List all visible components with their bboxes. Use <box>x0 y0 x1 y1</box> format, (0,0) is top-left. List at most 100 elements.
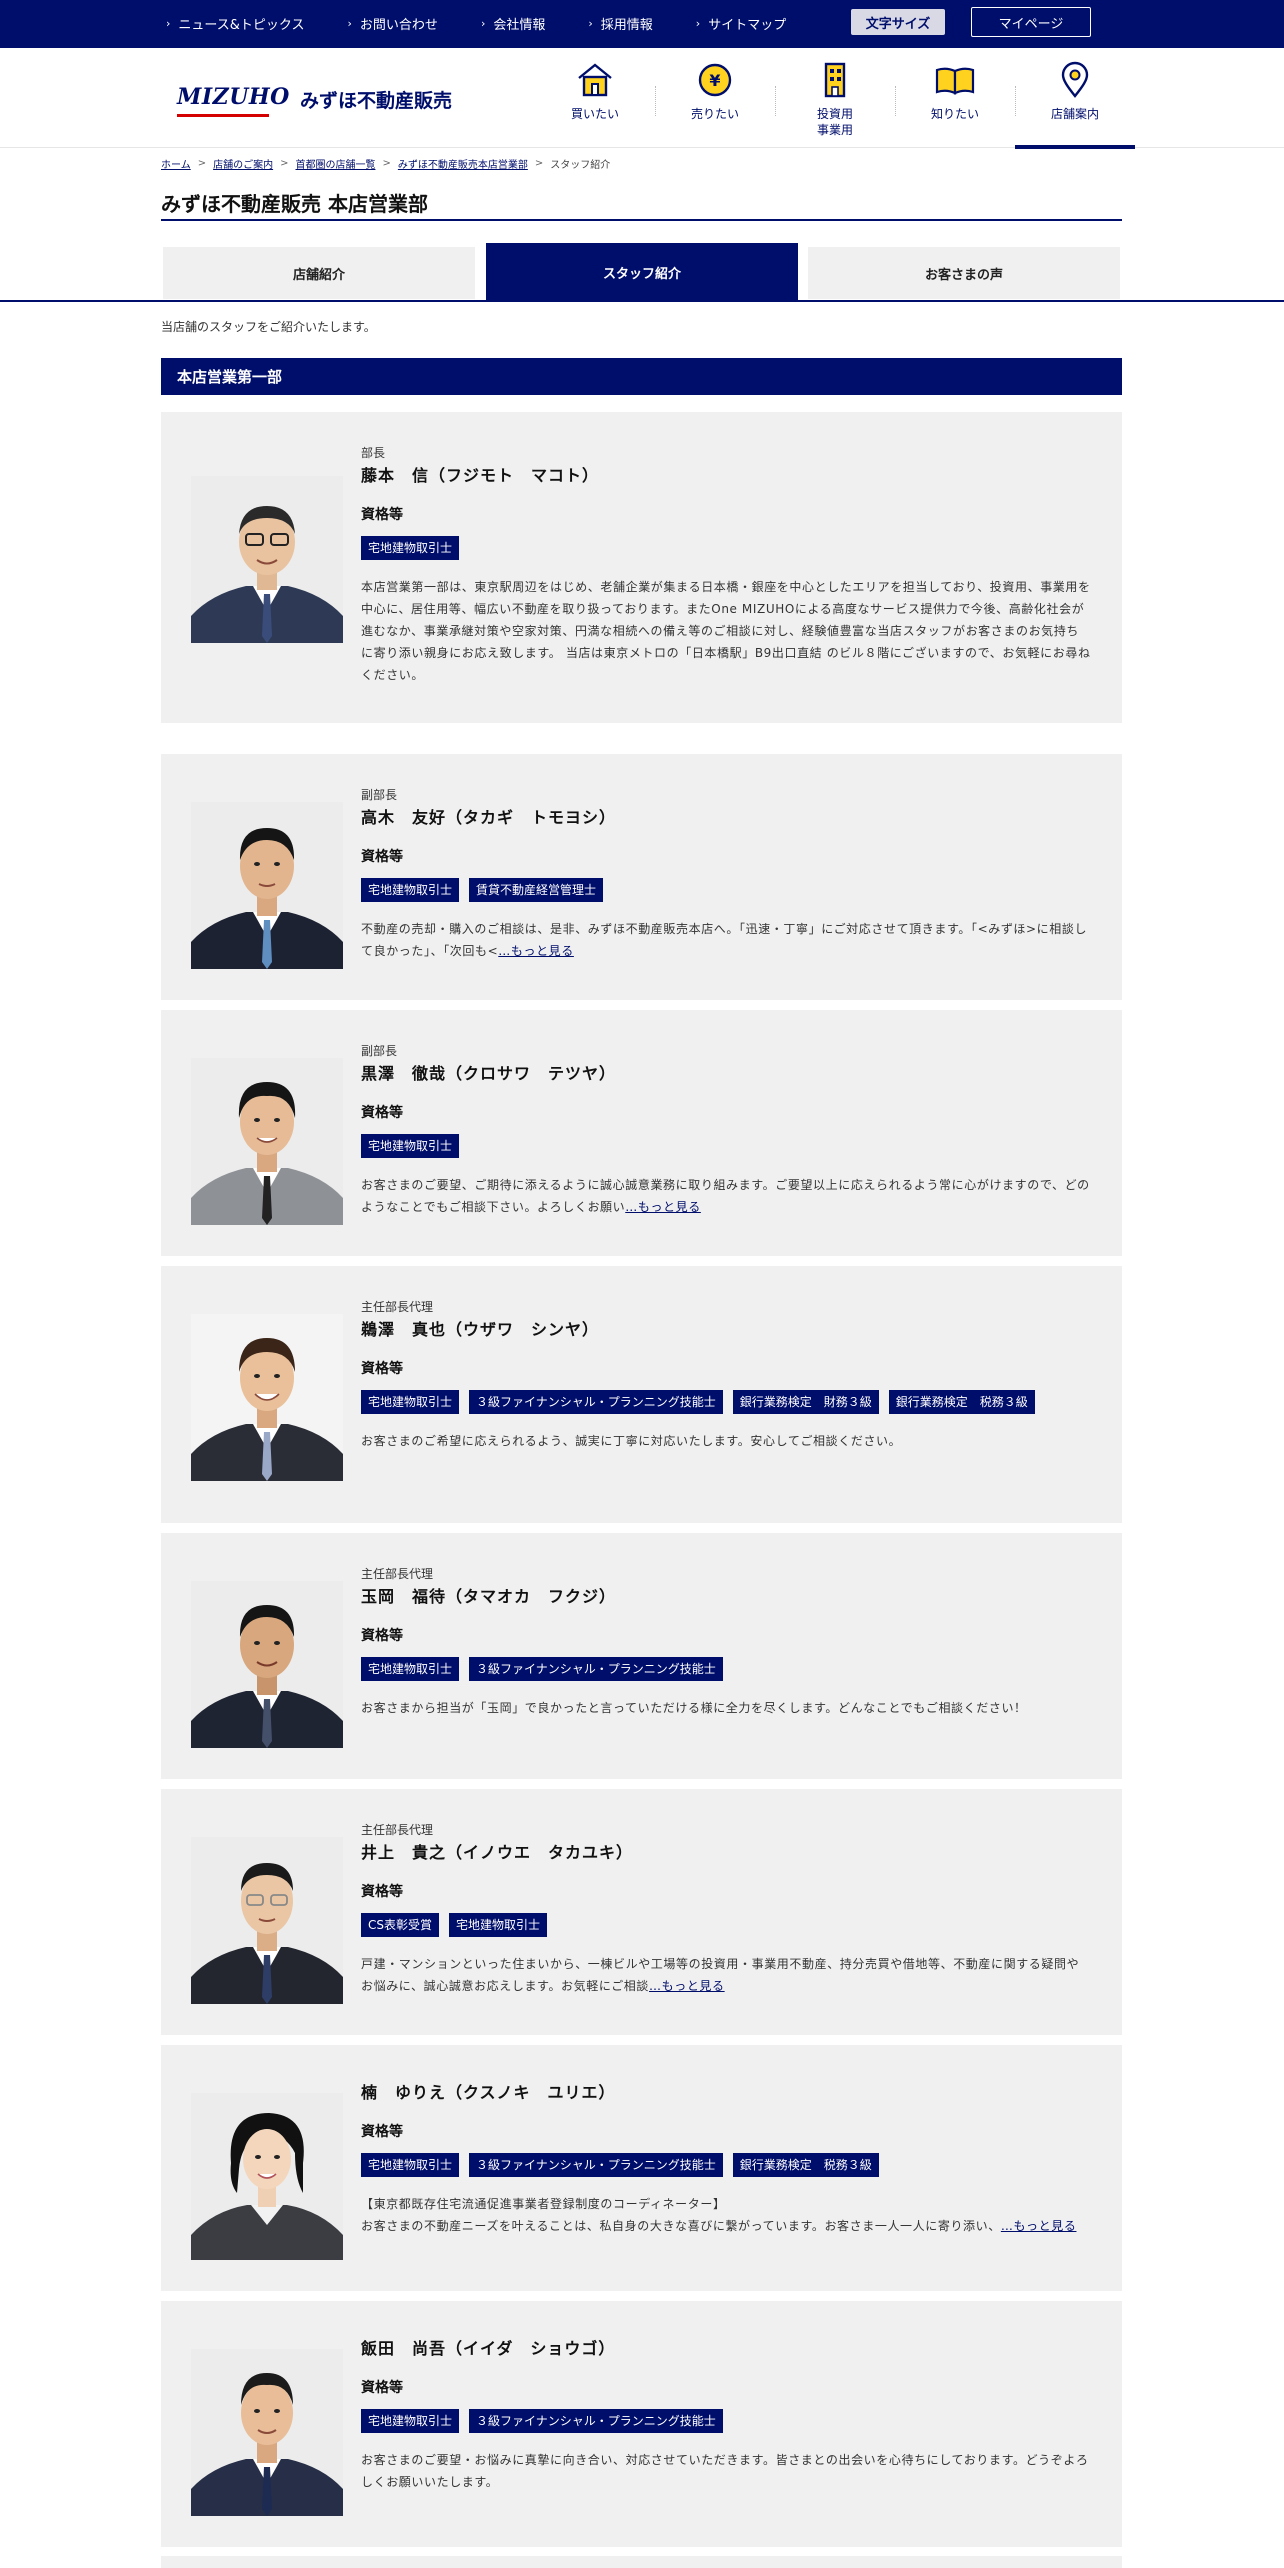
staff-photo <box>191 2349 343 2516</box>
staff-card: 副部長 黒澤 徹哉（クロサワ テツヤ） 資格等 宅地建物取引士 お客さまのご要望… <box>161 1010 1122 1256</box>
staff-description: お客さまのご要望、ご期待に添えるように誠心誠意業務に取り組みます。ご要望以上に応… <box>361 1174 1091 1218</box>
utility-link-contact[interactable]: › お問い合わせ <box>348 14 438 33</box>
staff-info: 部長 藤本 信（フジモト マコト） 資格等 宅地建物取引士 本店営業第一部は、東… <box>361 444 1091 686</box>
nav-learn-label: 知りたい <box>930 107 979 121</box>
breadcrumb-store-guide[interactable]: 店舗のご案内 <box>213 156 273 171</box>
staff-photo <box>191 1314 343 1481</box>
staff-name: 井上 貴之（イノウエ タカユキ） <box>361 1843 634 1862</box>
staff-card: 飯田 尚吾（イイダ ショウゴ） 資格等 宅地建物取引士 ３級ファイナンシャル・プ… <box>161 2301 1122 2547</box>
mypage-button[interactable]: マイページ <box>971 7 1091 37</box>
staff-name: 高木 友好（タカギ トモヨシ） <box>361 808 617 827</box>
chevron-right-icon: › <box>588 17 593 30</box>
qualification-badge: CS表彰受賞 <box>361 1913 439 1937</box>
staff-description-text: 【東京都既存住宅流通促進事業者登録制度のコーディネーター】 お客さまの不動産ニー… <box>361 2197 1001 2233</box>
chevron-right-icon: › <box>480 17 486 30</box>
staff-description: 【東京都既存住宅流通促進事業者登録制度のコーディネーター】 お客さまの不動産ニー… <box>361 2193 1091 2237</box>
staff-photo <box>191 1837 343 2004</box>
yen-icon: ¥ <box>698 63 732 97</box>
utility-link-company[interactable]: › 会社情報 <box>481 14 545 33</box>
qualification-list: 宅地建物取引士 ３級ファイナンシャル・プランニング技能士 銀行業務検定 財務３級… <box>361 1390 1091 1414</box>
qualification-list: 宅地建物取引士 ３級ファイナンシャル・プランニング技能士 <box>361 2409 1091 2433</box>
nav-buy[interactable]: 買いたい <box>535 48 655 148</box>
staff-card: 主任部長代理 玉岡 福待（タマオカ フクジ） 資格等 宅地建物取引士 ３級ファイ… <box>161 1533 1122 1779</box>
utility-link-sitemap[interactable]: › サイトマップ <box>696 14 786 33</box>
staff-info: 副部長 黒澤 徹哉（クロサワ テツヤ） 資格等 宅地建物取引士 お客さまのご要望… <box>361 1042 1091 1218</box>
qualification-badge: 宅地建物取引士 <box>361 1134 460 1158</box>
tab-customer-voice[interactable]: お客さまの声 <box>808 247 1120 299</box>
staff-role: 部長 <box>361 446 386 460</box>
qualification-badge: 宅地建物取引士 <box>449 1913 548 1937</box>
qualification-badge: 宅地建物取引士 <box>361 536 460 560</box>
staff-card: 主任部長代理 鵜澤 真也（ウザワ シンヤ） 資格等 宅地建物取引士 ３級ファイナ… <box>161 1266 1122 1523</box>
qualification-badge: 銀行業務検定 財務３級 <box>732 1390 879 1414</box>
svg-text:¥: ¥ <box>709 71 720 90</box>
staff-info: 楠 ゆりえ（クスノキ ユリエ） 資格等 宅地建物取引士 ３級ファイナンシャル・プ… <box>361 2077 1091 2237</box>
nav-invest-label: 投資用 事業用 <box>816 107 853 138</box>
qualification-list: 宅地建物取引士 ３級ファイナンシャル・プランニング技能士 <box>361 1657 1091 1681</box>
qualification-list: CS表彰受賞 宅地建物取引士 <box>361 1913 1091 1937</box>
staff-role: 副部長 <box>361 788 398 802</box>
map-pin-icon <box>1061 61 1089 98</box>
intro-text: 当店舗のスタッフをご紹介いたします。 <box>161 320 376 334</box>
staff-role: 副部長 <box>361 1044 398 1058</box>
breadcrumb-separator: > <box>197 158 207 169</box>
breadcrumb-store-list[interactable]: 首都圏の店舗一覧 <box>295 156 375 171</box>
qualification-badge: 銀行業務検定 税務３級 <box>888 1390 1035 1414</box>
chevron-right-icon: › <box>166 17 171 30</box>
read-more-link[interactable]: …もっと見る <box>498 944 574 958</box>
utility-link-recruit[interactable]: › 採用情報 <box>588 14 652 33</box>
nav-store[interactable]: 店舗案内 <box>1015 48 1135 149</box>
staff-photo <box>191 476 343 643</box>
staff-name: 玉岡 福待（タマオカ フクジ） <box>361 1587 617 1606</box>
logo-underline <box>177 114 269 117</box>
staff-role: 主任部長代理 <box>361 1567 434 1581</box>
breadcrumb-home[interactable]: ホーム <box>161 156 191 171</box>
mizuho-logo[interactable]: MIZUHO <box>177 84 290 110</box>
font-size-button[interactable]: 文字サイズ <box>851 9 945 35</box>
tab-bar: 店舗紹介 スタッフ紹介 お客さまの声 <box>0 243 1284 303</box>
staff-photo <box>191 1581 343 1748</box>
staff-description: 本店営業第一部は、東京駅周辺をはじめ、老舗企業が集まる日本橋・銀座を中心としたエ… <box>361 580 1091 682</box>
site-header: MIZUHO みずほ不動産販売 買いたい ¥ 売りたい 投資用 事業用 知りたい… <box>0 48 1284 149</box>
tab-staff-intro[interactable]: スタッフ紹介 <box>486 243 798 301</box>
qualification-heading: 資格等 <box>361 1361 403 1377</box>
staff-description-text: お客さまのご要望、ご期待に添えるように誠心誠意業務に取り組みます。ご要望以上に応… <box>361 1178 1090 1214</box>
staff-description: お客さまのご要望・お悩みに真摯に向き合い、対応させていただきます。皆さまとの出会… <box>361 2453 1089 2489</box>
staff-name: 楠 ゆりえ（クスノキ ユリエ） <box>361 2083 616 2102</box>
read-more-link[interactable]: …もっと見る <box>1001 2219 1077 2233</box>
qualification-badge: 銀行業務検定 税務３級 <box>732 2153 879 2177</box>
read-more-link[interactable]: …もっと見る <box>625 1200 701 1214</box>
nav-sell[interactable]: ¥ 売りたい <box>655 48 775 148</box>
staff-role: 主任部長代理 <box>361 1300 434 1314</box>
house-icon <box>578 63 612 97</box>
staff-card: 楠 ゆりえ（クスノキ ユリエ） 資格等 宅地建物取引士 ３級ファイナンシャル・プ… <box>161 2045 1122 2291</box>
site-name[interactable]: みずほ不動産販売 <box>300 86 452 113</box>
utility-link-news[interactable]: › ニュース&トピックス <box>166 14 305 33</box>
staff-info: 主任部長代理 鵜澤 真也（ウザワ シンヤ） 資格等 宅地建物取引士 ３級ファイナ… <box>361 1298 1091 1452</box>
staff-info: 飯田 尚吾（イイダ ショウゴ） 資格等 宅地建物取引士 ３級ファイナンシャル・プ… <box>361 2333 1091 2493</box>
nav-invest[interactable]: 投資用 事業用 <box>775 48 895 148</box>
nav-sell-label: 売りたい <box>690 107 739 121</box>
qualification-heading: 資格等 <box>361 1628 403 1644</box>
next-staff-card-edge <box>161 2556 1122 2568</box>
qualification-heading: 資格等 <box>361 1105 403 1121</box>
qualification-list: 宅地建物取引士 賃貸不動産経営管理士 <box>361 878 1091 902</box>
tab-store-intro[interactable]: 店舗紹介 <box>163 247 475 299</box>
staff-photo <box>191 2093 343 2260</box>
read-more-link[interactable]: …もっと見る <box>649 1979 725 1993</box>
page-title: みずほ不動産販売 本店営業部 <box>161 192 428 216</box>
staff-info: 副部長 高木 友好（タカギ トモヨシ） 資格等 宅地建物取引士 賃貸不動産経営管… <box>361 786 1091 962</box>
staff-description-text: 不動産の売却・購入のご相談は、是非、みずほ不動産販売本店へ。「迅速・丁寧」にご対… <box>361 922 1088 958</box>
utility-nav: › ニュース&トピックス › お問い合わせ › 会社情報 › 採用情報 › サイトマップ <box>166 14 829 33</box>
qualification-badge: 賃貸不動産経営管理士 <box>469 878 604 902</box>
staff-photo <box>191 802 343 969</box>
nav-learn[interactable]: 知りたい <box>895 48 1015 148</box>
qualification-badge: 宅地建物取引士 <box>361 1657 460 1681</box>
section-heading: 本店営業第一部 <box>161 358 1122 395</box>
qualification-badge: 宅地建物取引士 <box>361 1390 460 1414</box>
staff-info: 主任部長代理 井上 貴之（イノウエ タカユキ） 資格等 CS表彰受賞 宅地建物取… <box>361 1821 1091 1997</box>
qualification-heading: 資格等 <box>361 2124 403 2140</box>
staff-card: 主任部長代理 井上 貴之（イノウエ タカユキ） 資格等 CS表彰受賞 宅地建物取… <box>161 1789 1122 2035</box>
breadcrumb-branch[interactable]: みずほ不動産販売本店営業部 <box>398 156 528 171</box>
qualification-list: 宅地建物取引士 ３級ファイナンシャル・プランニング技能士 銀行業務検定 税務３級 <box>361 2153 1091 2177</box>
